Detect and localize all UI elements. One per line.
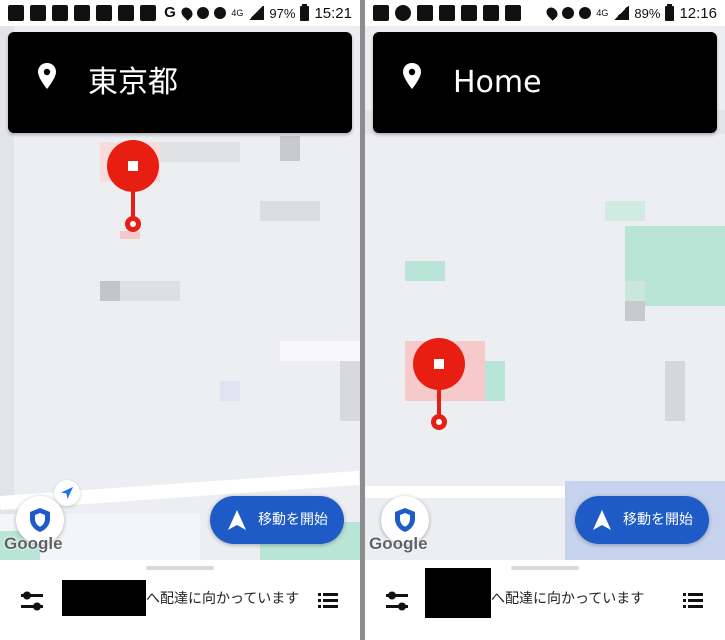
map-park	[605, 201, 645, 221]
destination-title: Home	[453, 65, 542, 100]
map-park	[405, 261, 445, 281]
map-block	[625, 301, 645, 321]
google-attribution: Google	[4, 534, 63, 553]
battery-icon	[665, 3, 675, 21]
shield-icon	[30, 508, 50, 532]
map-block	[280, 341, 360, 361]
nfc-icon	[197, 7, 210, 19]
list-icon[interactable]	[318, 591, 338, 609]
pin-icon	[403, 63, 421, 89]
image-icon	[52, 5, 68, 21]
destination-marker[interactable]	[107, 140, 159, 232]
delivery-status: へ配達に向かっています	[491, 591, 645, 607]
clock: 12:16	[679, 4, 717, 22]
network-type: 4G	[231, 8, 244, 18]
phone-screen-left: G 4G 97% 15:21 東京都 Google 移動を開始 へ配達に向かって…	[0, 0, 360, 640]
bottom-panel: へ配達に向かっています	[365, 560, 725, 640]
google-icon: G	[164, 4, 176, 21]
check-icon	[439, 5, 455, 21]
image-icon	[461, 5, 477, 21]
battery-icon	[300, 3, 310, 21]
status-bar: G 4G 97% 15:21	[0, 0, 360, 26]
location-icon	[544, 5, 561, 21]
map-block	[665, 361, 685, 421]
bottom-panel: へ配達に向かっています	[0, 560, 360, 640]
destination-header: 東京都	[8, 32, 352, 133]
status-indicators: 4G 89% 12:16	[544, 3, 717, 23]
destination-header: Home	[373, 32, 717, 133]
google-attribution: Google	[369, 534, 428, 553]
notification-icons	[373, 4, 521, 22]
map-block	[100, 281, 120, 301]
app-notification-icon	[140, 5, 156, 21]
nfc-icon	[562, 7, 575, 19]
gmail-icon	[373, 5, 389, 21]
battery-percent: 97%	[269, 5, 296, 21]
marker-stop-icon	[434, 359, 444, 369]
marker-point	[431, 414, 447, 430]
map-block	[280, 136, 300, 161]
filter-icon[interactable]	[20, 590, 44, 612]
drag-handle[interactable]	[146, 566, 214, 570]
signal-icon	[613, 6, 630, 20]
destination-marker[interactable]	[413, 338, 465, 430]
map-block	[220, 381, 240, 401]
redacted-customer-name	[425, 568, 491, 618]
map-block	[340, 361, 360, 421]
map-view[interactable]: 東京都 Google 移動を開始	[0, 26, 360, 560]
phone-screen-right: 4G 89% 12:16 Home Google 移動を開始 へ配達に向かってい…	[365, 0, 725, 640]
signal-icon	[248, 6, 265, 20]
shield-icon	[395, 508, 415, 532]
list-icon[interactable]	[683, 591, 703, 609]
navigation-arrow-icon	[228, 510, 246, 530]
map-block	[120, 231, 140, 239]
forward-icon	[118, 5, 134, 21]
app-notification-icon	[74, 5, 90, 21]
do-not-disturb-icon	[214, 7, 227, 19]
map-block	[160, 142, 240, 162]
do-not-disturb-icon	[579, 7, 592, 19]
redacted-customer-name	[62, 580, 146, 616]
map-road	[365, 486, 565, 498]
app-notification-icon	[8, 5, 24, 21]
forward-icon	[483, 5, 499, 21]
start-navigation-button[interactable]: 移動を開始	[575, 496, 709, 544]
navigation-arrow-icon	[593, 510, 611, 530]
pin-icon	[38, 63, 56, 89]
network-type: 4G	[596, 8, 609, 18]
app-notification-icon	[96, 5, 112, 21]
app-notification-icon	[417, 5, 433, 21]
filter-icon[interactable]	[385, 590, 409, 612]
map-view[interactable]: Home Google 移動を開始	[365, 26, 725, 560]
delivery-status: へ配達に向かっています	[146, 591, 300, 607]
notification-icons: G	[8, 4, 178, 22]
battery-percent: 89%	[634, 5, 661, 21]
gmail-icon	[30, 5, 46, 21]
status-bar: 4G 89% 12:16	[365, 0, 725, 26]
start-navigation-button[interactable]: 移動を開始	[210, 496, 344, 544]
destination-title: 東京都	[88, 65, 178, 100]
marker-point	[125, 216, 141, 232]
my-location-icon	[61, 487, 73, 499]
clock: 15:21	[314, 4, 352, 22]
status-indicators: 4G 97% 15:21	[179, 3, 352, 23]
start-navigation-label: 移動を開始	[623, 512, 693, 528]
app-notification-icon	[395, 5, 411, 21]
location-icon	[179, 5, 196, 21]
drag-handle[interactable]	[511, 566, 579, 570]
map-park	[625, 281, 645, 301]
marker-stop-icon	[128, 161, 138, 171]
app-notification-icon	[505, 5, 521, 21]
my-location-button[interactable]	[54, 480, 80, 506]
map-block	[260, 201, 320, 221]
map-block	[120, 281, 180, 301]
start-navigation-label: 移動を開始	[258, 512, 328, 528]
